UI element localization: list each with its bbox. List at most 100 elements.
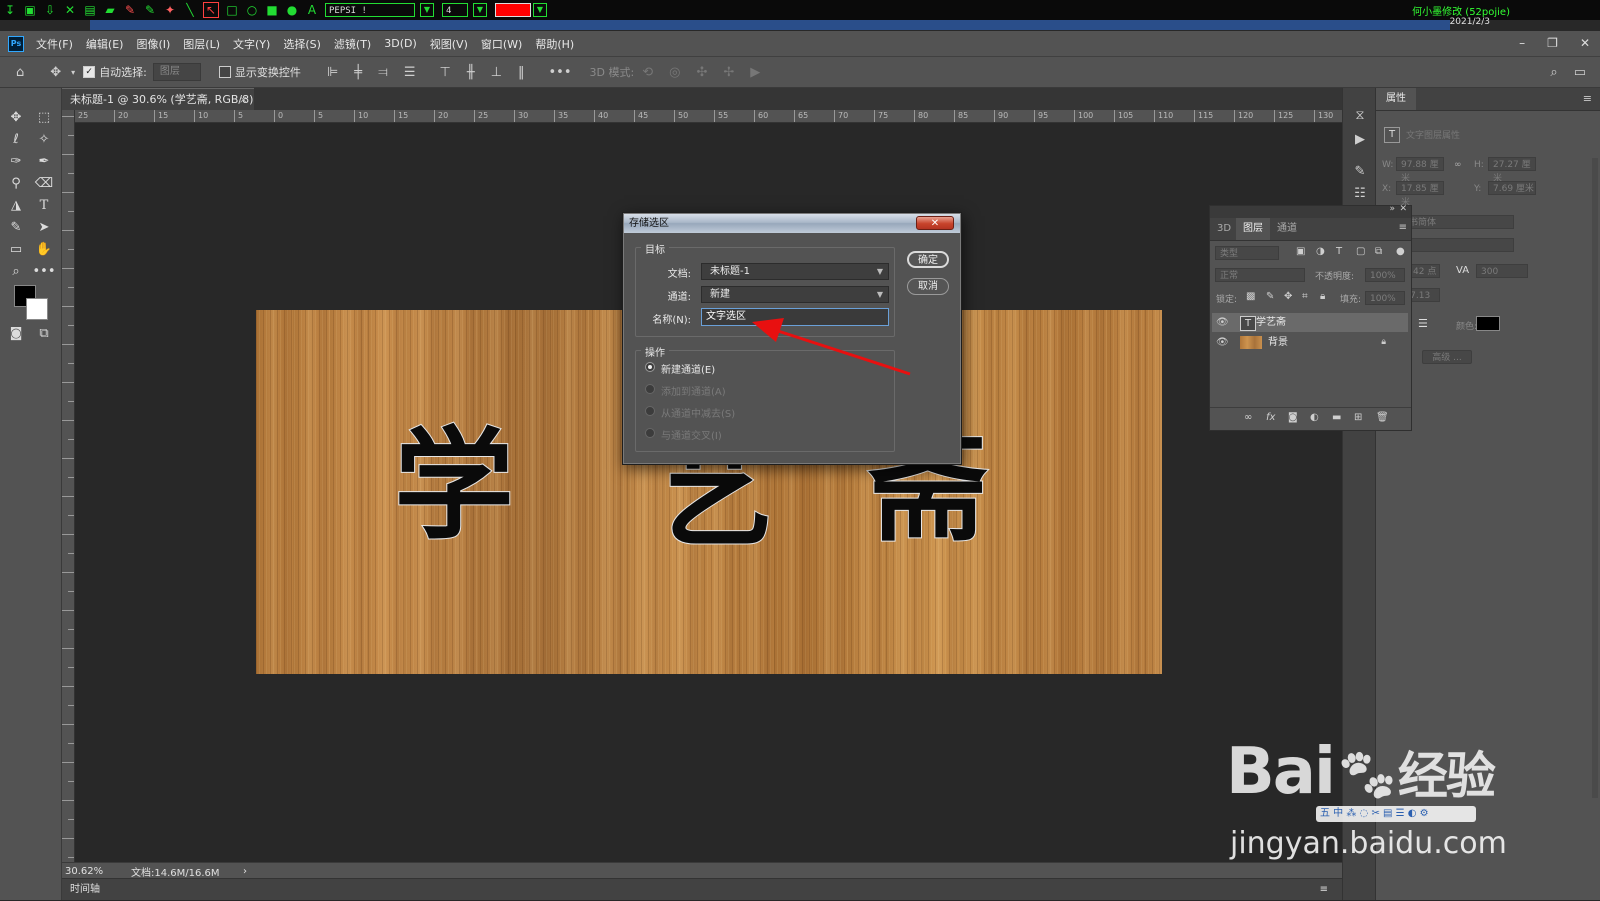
hand-tool-icon[interactable]: ✋: [32, 240, 56, 260]
menu-help[interactable]: 帮助(H): [535, 36, 574, 52]
fill-field[interactable]: 100%: [1365, 291, 1405, 305]
scrollbar[interactable]: [1592, 158, 1598, 798]
lasso-tool-icon[interactable]: ℓ: [4, 130, 28, 150]
search-icon[interactable]: ⌕: [1550, 65, 1557, 80]
document-tab[interactable]: 未标题-1 @ 30.6% (学艺斋, RGB/8) * ×: [62, 88, 254, 128]
chevron-down-icon[interactable]: ▼: [473, 3, 487, 17]
eye-icon[interactable]: 👁︎: [1216, 333, 1229, 352]
filter-toggle-icon[interactable]: ●: [1396, 246, 1405, 257]
menu-filter[interactable]: 滤镜(T): [334, 36, 371, 52]
panel-menu-icon[interactable]: ≡: [1583, 92, 1592, 105]
folder-icon[interactable]: ▰: [103, 3, 117, 17]
3d-rotate-icon[interactable]: ⟲: [642, 65, 653, 80]
circle-icon[interactable]: ○: [245, 3, 259, 17]
lock-artboard-icon[interactable]: ⌗: [1302, 291, 1308, 302]
h-field[interactable]: 27.27 厘米: [1488, 157, 1536, 184]
lock-paint-icon[interactable]: ✎: [1266, 291, 1274, 302]
tab-properties[interactable]: 属性: [1376, 88, 1416, 110]
stamp-tool-icon[interactable]: ⚲: [4, 174, 28, 194]
chevron-down-icon[interactable]: ▾: [71, 68, 75, 77]
layers-panel-grip[interactable]: » ✕: [1210, 204, 1411, 218]
distribute-icon[interactable]: ☰: [404, 65, 416, 80]
blend-mode-dropdown[interactable]: 正常: [1215, 268, 1305, 282]
ok-button[interactable]: 确定: [907, 251, 949, 268]
radio-new-channel[interactable]: [645, 362, 655, 372]
brush-panel-icon[interactable]: ✎: [1352, 164, 1368, 180]
cancel-button[interactable]: 取消: [907, 278, 949, 295]
align-left-icon[interactable]: ⊫: [327, 65, 338, 80]
arrow-tool-icon[interactable]: ↖: [203, 2, 219, 18]
3d-slide-icon[interactable]: ✢: [723, 65, 734, 80]
align-right-icon[interactable]: ☰: [1418, 317, 1428, 330]
name-input[interactable]: 文字选区: [701, 308, 889, 326]
tab-channels[interactable]: 通道: [1270, 218, 1304, 240]
auto-select-checkbox[interactable]: ✓: [83, 66, 96, 78]
radio-subtract-from-channel[interactable]: [645, 406, 655, 416]
actions-play-icon[interactable]: ▶: [1352, 132, 1368, 148]
background-color[interactable]: [26, 298, 48, 320]
chevron-down-icon[interactable]: ▼: [533, 3, 547, 17]
radio-intersect-channel[interactable]: [645, 428, 655, 438]
align-bottom-icon[interactable]: ⊥: [491, 65, 502, 80]
auto-select-dropdown[interactable]: 图层: [152, 63, 201, 81]
pen-icon[interactable]: ✎: [143, 3, 157, 17]
link-layers-icon[interactable]: ∞: [1244, 412, 1252, 423]
menu-type[interactable]: 文字(Y): [233, 36, 270, 52]
move-tool-icon[interactable]: ✥: [50, 65, 61, 80]
close-icon[interactable]: ✕: [1580, 36, 1590, 50]
layer-filter-dropdown[interactable]: 类型: [1215, 246, 1279, 260]
dialog-titlebar[interactable]: 存储选区 ✕: [624, 214, 960, 233]
3d-drag-icon[interactable]: ✣: [696, 65, 707, 80]
menu-view[interactable]: 视图(V): [430, 36, 468, 52]
align-hcenter-icon[interactable]: ╪: [354, 65, 362, 80]
chevron-right-icon[interactable]: ›: [243, 866, 247, 877]
adjustments-icon[interactable]: ☷: [1352, 186, 1368, 202]
eye-icon[interactable]: 👁︎: [1216, 313, 1229, 332]
filter-image-icon[interactable]: ▣: [1296, 246, 1305, 257]
shape-tool-icon[interactable]: ▭: [4, 240, 28, 260]
delete-layer-icon[interactable]: 🗑︎: [1376, 412, 1389, 423]
distribute-v-icon[interactable]: ‖: [518, 65, 525, 80]
lock-move-icon[interactable]: ✥: [1284, 291, 1292, 302]
menu-edit[interactable]: 编辑(E): [86, 36, 124, 52]
filter-adjust-icon[interactable]: ◑: [1316, 246, 1325, 257]
bucket-tool-icon[interactable]: ◮: [4, 196, 28, 216]
magic-wand-icon[interactable]: ✧: [32, 130, 56, 150]
screen-mode-icon[interactable]: ⧉: [32, 324, 56, 344]
home-icon[interactable]: ⌂: [16, 65, 24, 80]
more-tools-icon[interactable]: •••: [32, 262, 56, 282]
lock-all-icon[interactable]: 🔒︎: [1320, 291, 1325, 302]
ime-toolbar[interactable]: 五 中 ⁂ ◌ ✂ ▤ ☰ ◐ ⚙: [1316, 806, 1476, 822]
3d-roll-icon[interactable]: ◎: [669, 65, 680, 80]
line-icon[interactable]: ╲: [183, 3, 197, 17]
y-field[interactable]: 7.69 厘米: [1488, 181, 1536, 195]
color-swatch[interactable]: [495, 3, 531, 17]
more-options-icon[interactable]: •••: [549, 65, 572, 80]
layer-row-background[interactable]: 👁︎ 背景 🔒︎: [1212, 333, 1408, 352]
text-color-swatch[interactable]: [1476, 316, 1500, 331]
text-icon[interactable]: A: [305, 3, 319, 17]
advanced-button[interactable]: 高级 ...: [1422, 350, 1472, 364]
workspace-icon[interactable]: ▭: [1574, 65, 1586, 80]
collapse-icon[interactable]: »: [1389, 204, 1395, 214]
tab-layers[interactable]: 图层: [1236, 218, 1270, 240]
adjustment-layer-icon[interactable]: ◐: [1310, 412, 1319, 423]
link-icon[interactable]: ∞: [1454, 160, 1462, 170]
eraser-tool-icon[interactable]: ⌫: [32, 174, 56, 194]
tab-3d[interactable]: 3D: [1210, 218, 1238, 240]
opacity-field[interactable]: 100%: [1365, 268, 1405, 282]
lock-transparent-icon[interactable]: ▩: [1246, 291, 1255, 302]
rectangle-icon[interactable]: □: [225, 3, 239, 17]
panel-menu-icon[interactable]: ≡: [1320, 879, 1328, 901]
align-top-icon[interactable]: ⊤: [440, 65, 451, 80]
menu-file[interactable]: 文件(F): [36, 36, 73, 52]
marquee-tool-icon[interactable]: ⬚: [32, 108, 56, 128]
document-dropdown[interactable]: 未标题-1 ▼: [701, 263, 889, 280]
new-layer-icon[interactable]: ⊞: [1354, 412, 1362, 423]
3d-scale-icon[interactable]: ▶: [750, 65, 760, 80]
close-icon[interactable]: ✕: [1399, 204, 1407, 214]
x-field[interactable]: 17.85 厘米: [1396, 181, 1444, 208]
move-tool-icon[interactable]: ✥: [4, 108, 28, 128]
menu-select[interactable]: 选择(S): [283, 36, 321, 52]
close-icon[interactable]: ×: [239, 89, 248, 111]
